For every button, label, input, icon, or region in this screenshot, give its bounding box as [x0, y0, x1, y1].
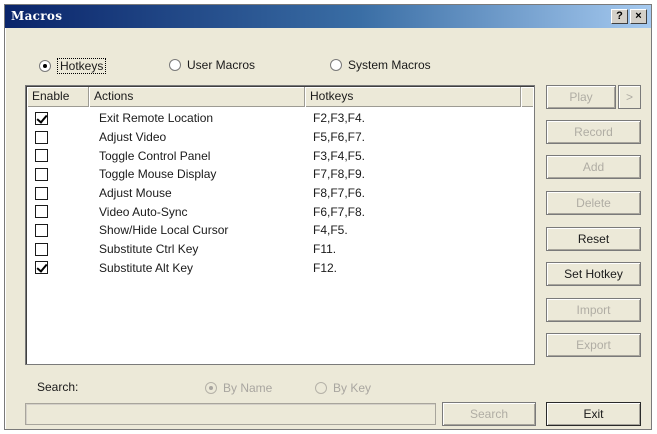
- action-cell: Exit Remote Location: [99, 111, 214, 126]
- table-row[interactable]: Substitute Alt Key F12.: [27, 259, 533, 278]
- column-header-actions[interactable]: Actions: [89, 87, 305, 107]
- system-macros-radio-option[interactable]: System Macros: [330, 58, 431, 72]
- action-cell: Show/Hide Local Cursor: [99, 223, 229, 238]
- enable-checkbox[interactable]: [35, 186, 48, 200]
- import-button[interactable]: Import: [546, 298, 641, 322]
- user-macros-radio[interactable]: [169, 59, 181, 71]
- enable-checkbox[interactable]: [35, 205, 48, 219]
- table-row[interactable]: Toggle Control Panel F3,F4,F5.: [27, 146, 533, 165]
- search-button[interactable]: Search: [442, 402, 536, 426]
- action-cell: Toggle Control Panel: [99, 148, 211, 163]
- table-row[interactable]: Video Auto-Sync F6,F7,F8.: [27, 202, 533, 221]
- macro-list[interactable]: Enable Actions Hotkeys Exit Remote Locat…: [25, 85, 535, 365]
- window-title: Macros: [11, 9, 63, 23]
- close-button[interactable]: ×: [630, 9, 647, 24]
- action-cell: Video Auto-Sync: [99, 204, 188, 219]
- system-macros-radio-label: System Macros: [348, 58, 431, 72]
- user-macros-radio-option[interactable]: User Macros: [169, 58, 255, 72]
- hotkeys-radio[interactable]: [39, 60, 51, 72]
- hotkeys-cell: F2,F3,F4.: [313, 111, 366, 126]
- hotkeys-cell: F4,F5.: [313, 223, 348, 238]
- macros-window: Macros ? × Hotkeys User Macros System Ma…: [4, 4, 652, 430]
- enable-checkbox[interactable]: [35, 149, 48, 163]
- reset-button[interactable]: Reset: [546, 227, 641, 251]
- export-button[interactable]: Export: [546, 333, 641, 357]
- action-cell: Substitute Alt Key: [99, 260, 194, 275]
- hotkeys-cell: F3,F4,F5.: [313, 148, 366, 163]
- system-macros-radio[interactable]: [330, 59, 342, 71]
- by-key-radio[interactable]: [315, 382, 327, 394]
- hotkeys-radio-option[interactable]: Hotkeys: [39, 58, 107, 74]
- enable-checkbox[interactable]: [35, 242, 48, 256]
- table-row[interactable]: Substitute Ctrl Key F11.: [27, 240, 533, 259]
- by-key-label: By Key: [333, 381, 372, 395]
- action-cell: Substitute Ctrl Key: [99, 242, 199, 257]
- search-label: Search:: [37, 380, 79, 394]
- user-macros-radio-label: User Macros: [187, 58, 256, 72]
- table-row[interactable]: Show/Hide Local Cursor F4,F5.: [27, 221, 533, 240]
- hotkeys-cell: F12.: [313, 260, 338, 275]
- table-row[interactable]: Adjust Video F5,F6,F7.: [27, 128, 533, 147]
- enable-checkbox[interactable]: [35, 111, 48, 125]
- delete-button[interactable]: Delete: [546, 191, 641, 215]
- column-header-filler: [521, 87, 533, 107]
- column-header-hotkeys[interactable]: Hotkeys: [305, 87, 521, 107]
- enable-checkbox[interactable]: [35, 167, 48, 181]
- by-name-radio-option[interactable]: By Name: [205, 381, 272, 395]
- title-bar: Macros ? ×: [5, 5, 651, 28]
- by-key-radio-option[interactable]: By Key: [315, 381, 371, 395]
- column-header-enable[interactable]: Enable: [27, 87, 89, 107]
- list-header: Enable Actions Hotkeys: [27, 87, 533, 107]
- help-button[interactable]: ?: [611, 9, 628, 24]
- action-cell: Adjust Video: [99, 130, 167, 145]
- action-cell: Adjust Mouse: [99, 186, 172, 201]
- enable-checkbox[interactable]: [35, 223, 48, 237]
- hotkeys-cell: F7,F8,F9.: [313, 167, 366, 182]
- enable-checkbox[interactable]: [35, 261, 48, 275]
- hotkeys-cell: F11.: [313, 242, 337, 257]
- record-button[interactable]: Record: [546, 120, 641, 144]
- table-row[interactable]: Exit Remote Location F2,F3,F4.: [27, 109, 533, 128]
- hotkeys-cell: F5,F6,F7.: [313, 130, 366, 145]
- table-row[interactable]: Adjust Mouse F8,F7,F6.: [27, 184, 533, 203]
- table-row[interactable]: Toggle Mouse Display F7,F8,F9.: [27, 165, 533, 184]
- by-name-radio[interactable]: [205, 382, 217, 394]
- action-cell: Toggle Mouse Display: [99, 167, 217, 182]
- hotkeys-radio-label: Hotkeys: [57, 58, 107, 74]
- by-name-label: By Name: [223, 381, 273, 395]
- set-hotkey-button[interactable]: Set Hotkey: [546, 262, 641, 286]
- play-button[interactable]: Play: [546, 85, 616, 109]
- exit-button[interactable]: Exit: [546, 402, 641, 426]
- enable-checkbox[interactable]: [35, 130, 48, 144]
- search-input[interactable]: [25, 403, 436, 425]
- macro-type-selector: Hotkeys User Macros System Macros: [5, 58, 651, 78]
- add-button[interactable]: Add: [546, 155, 641, 179]
- hotkeys-cell: F8,F7,F6.: [313, 186, 366, 201]
- play-menu-arrow-button[interactable]: >: [618, 85, 641, 109]
- hotkeys-cell: F6,F7,F8.: [313, 204, 366, 219]
- list-rows: Exit Remote Location F2,F3,F4. Adjust Vi…: [27, 109, 533, 277]
